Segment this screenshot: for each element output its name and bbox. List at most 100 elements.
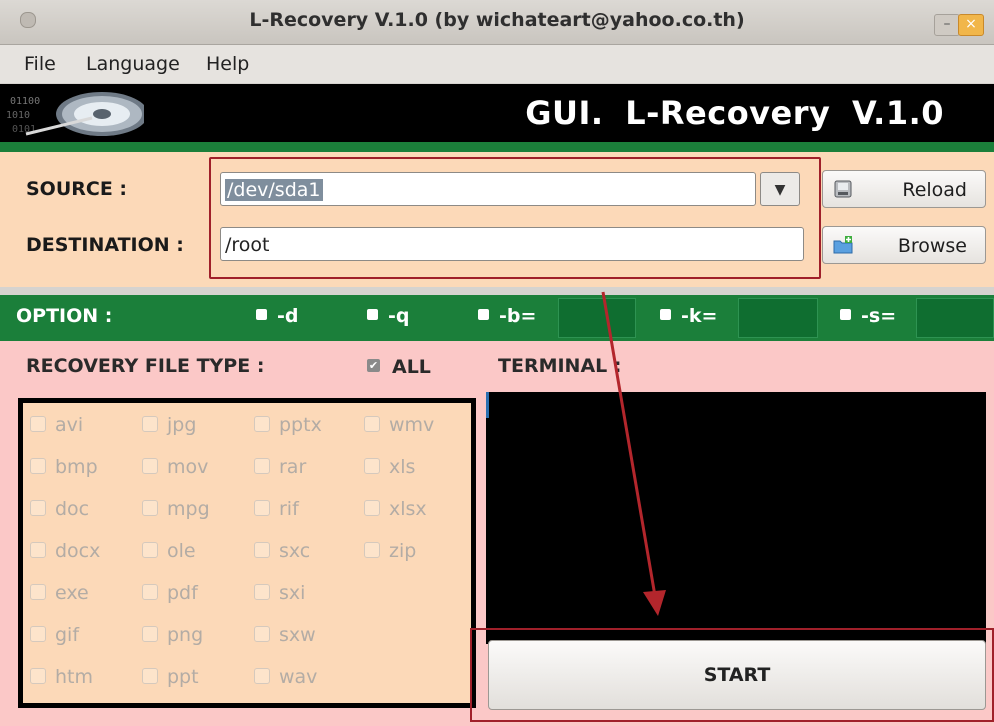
checkbox-icon — [254, 415, 270, 432]
file-type-checkbox-png[interactable]: png — [142, 624, 203, 646]
file-type-label: mpg — [167, 498, 210, 520]
file-type-checkbox-zip[interactable]: zip — [364, 540, 416, 562]
file-type-checkbox-sxi[interactable]: sxi — [254, 582, 305, 604]
option-b-label: -b= — [499, 305, 537, 327]
file-type-checkbox-wav[interactable]: wav — [254, 666, 317, 688]
file-type-checkbox-doc[interactable]: doc — [30, 498, 89, 520]
file-type-label: png — [167, 624, 204, 646]
close-button[interactable]: × — [958, 14, 984, 36]
file-type-checkbox-xls[interactable]: xls — [364, 456, 415, 478]
file-type-label: sxc — [279, 540, 311, 562]
file-type-label: docx — [55, 540, 101, 562]
checkbox-icon — [364, 499, 380, 516]
file-type-label: wmv — [389, 414, 435, 436]
file-type-checkbox-exe[interactable]: exe — [30, 582, 89, 604]
terminal-label: TERMINAL : — [498, 355, 622, 377]
reload-label: Reload — [902, 179, 967, 201]
checkbox-icon — [30, 583, 46, 600]
file-type-label: avi — [55, 414, 84, 436]
terminal-output[interactable] — [486, 392, 986, 644]
file-type-checkbox-jpg[interactable]: jpg — [142, 414, 196, 436]
file-type-label: mov — [167, 456, 209, 478]
file-type-checkbox-xlsx[interactable]: xlsx — [364, 498, 427, 520]
checkbox-icon — [254, 457, 270, 474]
checkbox-icon — [142, 625, 158, 642]
checkbox-icon — [30, 457, 46, 474]
file-type-label: pdf — [167, 582, 198, 604]
file-type-checkbox-wmv[interactable]: wmv — [364, 414, 434, 436]
option-s-input[interactable] — [916, 298, 994, 338]
file-type-label: jpg — [167, 414, 197, 436]
file-type-label: xls — [389, 456, 416, 478]
file-type-label: sxi — [279, 582, 306, 604]
file-type-label: gif — [55, 624, 80, 646]
browse-button[interactable]: Browse — [822, 226, 986, 264]
file-type-label: exe — [55, 582, 89, 604]
all-checkbox[interactable]: ✔ ALL — [367, 356, 431, 378]
option-s[interactable]: -s= — [840, 295, 896, 341]
file-type-checkbox-avi[interactable]: avi — [30, 414, 83, 436]
checkbox-icon — [142, 583, 158, 600]
option-k-checkbox[interactable] — [660, 309, 671, 320]
file-type-checkbox-ole[interactable]: ole — [142, 540, 196, 562]
file-type-label: rar — [279, 456, 307, 478]
window-title: L-Recovery V.1.0 (by wichateart@yahoo.co… — [249, 9, 745, 31]
menu-language[interactable]: Language — [86, 45, 180, 83]
file-type-checkbox-mov[interactable]: mov — [142, 456, 208, 478]
file-type-checkbox-gif[interactable]: gif — [30, 624, 79, 646]
file-type-checkbox-pdf[interactable]: pdf — [142, 582, 198, 604]
minimize-button[interactable]: – — [934, 14, 960, 36]
checkbox-icon — [364, 415, 380, 432]
svg-text:1010: 1010 — [6, 110, 30, 121]
checkbox-icon — [30, 541, 46, 558]
source-label: SOURCE : — [26, 178, 128, 200]
file-type-checkbox-htm[interactable]: htm — [30, 666, 93, 688]
checkbox-icon — [254, 667, 270, 684]
file-type-checkbox-rif[interactable]: rif — [254, 498, 299, 520]
banner-title: GUI. L-Recovery V.1.0 — [525, 94, 944, 132]
reload-button[interactable]: Reload — [822, 170, 986, 208]
file-type-checkbox-docx[interactable]: docx — [30, 540, 100, 562]
checkbox-icon — [254, 583, 270, 600]
option-k-label: -k= — [681, 305, 718, 327]
terminal-cursor — [486, 392, 489, 418]
checkbox-icon — [254, 625, 270, 642]
file-type-label: bmp — [55, 456, 98, 478]
option-s-checkbox[interactable] — [840, 309, 851, 320]
option-b-checkbox[interactable] — [478, 309, 489, 320]
file-type-checkbox-bmp[interactable]: bmp — [30, 456, 98, 478]
option-s-label: -s= — [861, 305, 897, 327]
file-type-label: ppt — [167, 666, 199, 688]
recovery-file-type-label: RECOVERY FILE TYPE : — [26, 355, 265, 377]
checkbox-icon — [254, 541, 270, 558]
option-q[interactable]: -q — [367, 295, 410, 341]
option-b-input[interactable] — [558, 298, 636, 338]
banner: 01100 1010 0101 GUI. L-Recovery V.1.0 — [0, 84, 994, 142]
destination-label: DESTINATION : — [26, 234, 184, 256]
option-d-checkbox[interactable] — [256, 309, 267, 320]
option-b[interactable]: -b= — [478, 295, 536, 341]
checkbox-icon — [30, 625, 46, 642]
option-d[interactable]: -d — [256, 295, 299, 341]
file-type-label: zip — [389, 540, 417, 562]
option-k-input[interactable] — [738, 298, 818, 338]
title-bar[interactable]: L-Recovery V.1.0 (by wichateart@yahoo.co… — [0, 0, 994, 45]
file-type-label: ole — [167, 540, 196, 562]
file-type-checkbox-sxc[interactable]: sxc — [254, 540, 310, 562]
checkbox-icon — [364, 457, 380, 474]
file-type-checkbox-rar[interactable]: rar — [254, 456, 306, 478]
disk-reload-icon — [834, 180, 852, 198]
option-k[interactable]: -k= — [660, 295, 717, 341]
menu-help[interactable]: Help — [206, 45, 249, 83]
file-type-label: xlsx — [389, 498, 427, 520]
menu-bar: File Language Help — [0, 45, 994, 83]
browse-label: Browse — [897, 235, 967, 257]
option-q-checkbox[interactable] — [367, 309, 378, 320]
file-type-checkbox-mpg[interactable]: mpg — [142, 498, 210, 520]
file-type-checkbox-pptx[interactable]: pptx — [254, 414, 322, 436]
menu-file[interactable]: File — [24, 45, 56, 83]
checkbox-icon — [142, 541, 158, 558]
file-type-checkbox-sxw[interactable]: sxw — [254, 624, 316, 646]
checkbox-icon — [142, 667, 158, 684]
file-type-checkbox-ppt[interactable]: ppt — [142, 666, 199, 688]
